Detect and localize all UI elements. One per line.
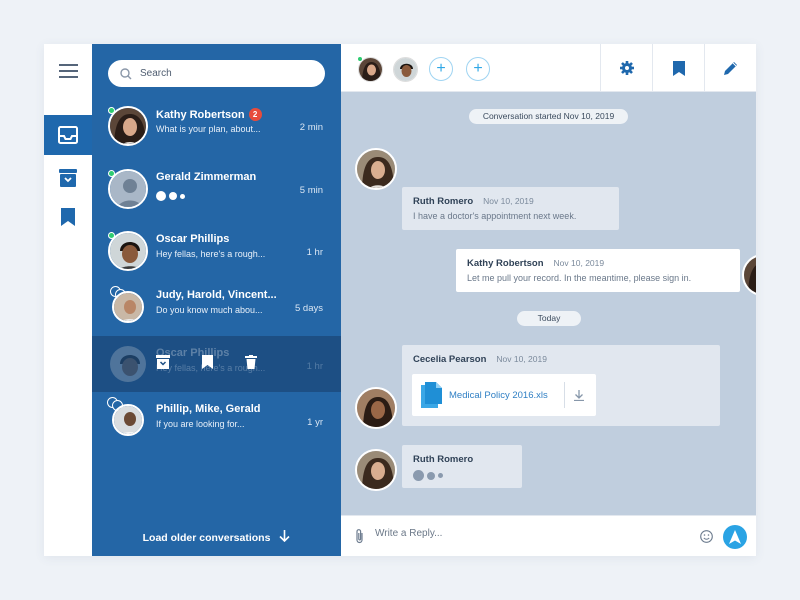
send-button[interactable] xyxy=(723,525,747,549)
message-bubble: Cecelia Pearson Nov 10, 2019 Medical Poli… xyxy=(402,345,720,426)
file-attachment[interactable]: Medical Policy 2016.xls xyxy=(412,374,596,416)
conversation-name: Kathy Robertson 2 xyxy=(156,108,262,121)
conversation-item-swiped[interactable]: Oscar Phillips Hey fellas, here's a roug… xyxy=(92,336,341,392)
bookmark-icon xyxy=(61,208,75,226)
conversation-start-pill: Conversation started Nov 10, 2019 xyxy=(469,109,628,124)
online-indicator xyxy=(108,170,115,177)
search-input[interactable] xyxy=(140,68,310,79)
conversation-item[interactable]: Oscar Phillips Hey fellas, here's a roug… xyxy=(92,222,341,278)
online-indicator xyxy=(108,232,115,239)
bookmark-icon xyxy=(672,60,685,76)
message-text: Let me pull your record. In the meantime… xyxy=(467,273,692,283)
messaging-app: Kathy Robertson2 What is your plan, abou… xyxy=(44,44,756,556)
arrow-down-icon xyxy=(279,530,290,543)
date-separator: Today xyxy=(517,311,581,326)
sender-name: Ruth Romero Nov 10, 2019 xyxy=(413,196,534,207)
plus-icon: + xyxy=(436,60,446,77)
conversation-item[interactable]: Kathy Robertson 2 What is your plan, abou… xyxy=(92,97,341,153)
reply-bar xyxy=(341,515,756,556)
sender-name: Cecelia Pearson Nov 10, 2019 xyxy=(413,354,547,365)
settings-button[interactable] xyxy=(600,44,652,92)
gear-icon xyxy=(619,61,634,75)
sender-avatar xyxy=(742,254,756,296)
inbox-icon xyxy=(58,126,78,144)
conversation-time: 1 yr xyxy=(307,417,323,428)
file-name: Medical Policy 2016.xls xyxy=(449,390,548,401)
message-bubble: Ruth Romero Nov 10, 2019 I have a doctor'… xyxy=(402,187,619,230)
avatar xyxy=(108,344,148,384)
bookmark-button[interactable] xyxy=(652,44,704,92)
swipe-actions xyxy=(156,355,257,374)
trash-icon xyxy=(245,355,257,369)
sender-name: Kathy Robertson Nov 10, 2019 xyxy=(467,258,605,269)
participant-avatar[interactable] xyxy=(393,57,418,82)
conversation-preview: What is your plan, about... xyxy=(156,124,261,134)
conversation-name: Judy, Harold, Vincent... xyxy=(156,289,277,301)
unread-badge: 2 xyxy=(248,108,262,121)
message-date: Nov 10, 2019 xyxy=(553,258,605,268)
conversation-time: 5 days xyxy=(295,303,323,314)
paperclip-icon[interactable] xyxy=(355,528,364,544)
bookmark-action-button[interactable] xyxy=(202,355,213,374)
plus-icon: + xyxy=(473,60,483,77)
conversation-name: Phillip, Mike, Gerald xyxy=(156,403,261,415)
chat-header: + + xyxy=(341,44,756,92)
delete-action-button[interactable] xyxy=(245,355,257,374)
online-indicator xyxy=(108,107,115,114)
conversation-time: 2 min xyxy=(299,122,323,133)
message-bubble-outgoing: Kathy Robertson Nov 10, 2019 Let me pull … xyxy=(456,249,740,292)
sender-name: Ruth Romero xyxy=(413,454,474,465)
conversation-name: Gerald Zimmerman xyxy=(156,171,257,183)
menu-button[interactable] xyxy=(44,52,92,90)
chat-thread: Conversation started Nov 10, 2019 Ruth R… xyxy=(341,92,756,515)
message-bubble-typing: Ruth Romero xyxy=(402,445,522,488)
sender-avatar xyxy=(355,387,397,429)
smiley-icon[interactable] xyxy=(700,530,713,543)
conversation-time: 1 hr xyxy=(306,247,323,258)
archive-icon xyxy=(156,355,170,369)
conversation-item[interactable]: Phillip, Mike, Gerald If you are looking… xyxy=(92,392,341,448)
avatar xyxy=(112,291,144,323)
conversation-item[interactable]: Judy, Harold, Vincent... Do you know muc… xyxy=(92,278,341,334)
archive-action-button[interactable] xyxy=(156,355,170,374)
message-text: I have a doctor's appointment next week. xyxy=(413,211,577,221)
conversation-time: 1 hr xyxy=(306,361,323,372)
pencil-icon xyxy=(723,62,737,75)
message-date: Nov 10, 2019 xyxy=(483,196,534,206)
message-date: Nov 10, 2019 xyxy=(496,354,547,364)
conversation-preview: Hey fellas, here's a rough... xyxy=(156,249,266,259)
archive-icon xyxy=(59,169,77,187)
online-indicator xyxy=(357,56,363,62)
divider xyxy=(564,382,565,408)
avatar xyxy=(112,404,144,436)
typing-indicator xyxy=(413,470,443,481)
conversation-item[interactable]: Gerald Zimmerman 5 min xyxy=(92,160,341,216)
sender-avatar xyxy=(355,449,397,491)
menu-icon xyxy=(58,64,78,78)
conversation-name: Oscar Phillips xyxy=(156,233,230,245)
load-older-button[interactable]: Load older conversations xyxy=(92,530,341,544)
search-box xyxy=(108,60,325,87)
typing-indicator xyxy=(156,191,185,201)
bookmark-icon xyxy=(202,355,213,369)
archive-nav-button[interactable] xyxy=(44,158,92,198)
saved-nav-button[interactable] xyxy=(44,197,92,237)
load-older-label: Load older conversations xyxy=(142,532,271,544)
search-icon xyxy=(120,67,132,79)
compose-button[interactable] xyxy=(704,44,756,92)
conversation-time: 5 min xyxy=(299,185,323,196)
sender-avatar xyxy=(355,148,397,190)
icon-rail xyxy=(44,44,92,556)
send-icon xyxy=(729,530,741,544)
conversation-list: Kathy Robertson2 What is your plan, abou… xyxy=(92,44,341,556)
document-icon xyxy=(421,382,442,408)
inbox-nav-button[interactable] xyxy=(44,115,92,155)
reply-input[interactable] xyxy=(375,528,675,539)
add-participant-button[interactable]: + xyxy=(429,57,453,81)
conversation-preview: If you are looking for... xyxy=(156,419,245,429)
add-participant-button[interactable]: + xyxy=(466,57,490,81)
download-icon[interactable] xyxy=(574,390,584,401)
conversation-preview: Do you know much abou... xyxy=(156,305,263,315)
